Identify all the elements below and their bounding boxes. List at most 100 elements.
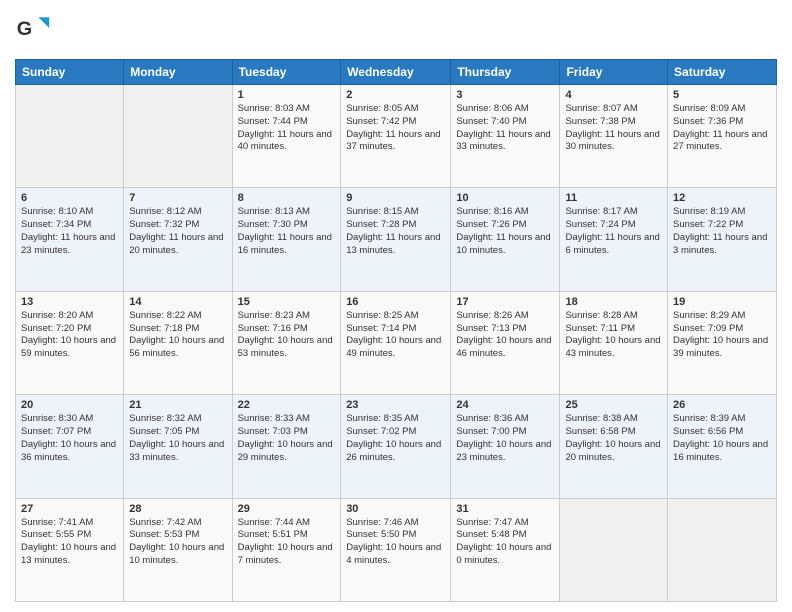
- calendar-cell: 23 Sunrise: 8:35 AM Sunset: 7:02 PM Dayli…: [341, 395, 451, 498]
- day-number: 1: [238, 89, 336, 101]
- day-info: Sunrise: 8:35 AM Sunset: 7:02 PM Dayligh…: [346, 413, 445, 464]
- day-number: 9: [346, 192, 445, 204]
- day-number: 19: [673, 296, 771, 308]
- day-number: 31: [456, 503, 554, 515]
- day-info: Sunrise: 8:03 AM Sunset: 7:44 PM Dayligh…: [238, 103, 336, 154]
- day-info: Sunrise: 8:09 AM Sunset: 7:36 PM Dayligh…: [673, 103, 771, 154]
- day-number: 4: [565, 89, 662, 101]
- day-info: Sunrise: 8:05 AM Sunset: 7:42 PM Dayligh…: [346, 103, 445, 154]
- calendar-cell: [16, 85, 124, 188]
- calendar-week-row: 20 Sunrise: 8:30 AM Sunset: 7:07 PM Dayli…: [16, 395, 777, 498]
- day-info: Sunrise: 7:42 AM Sunset: 5:53 PM Dayligh…: [129, 517, 226, 568]
- day-info: Sunrise: 8:23 AM Sunset: 7:16 PM Dayligh…: [238, 310, 336, 361]
- calendar-week-row: 13Sunrise: 8:20 AM Sunset: 7:20 PM Dayli…: [16, 291, 777, 394]
- day-info: Sunrise: 8:22 AM Sunset: 7:18 PM Dayligh…: [129, 310, 226, 361]
- day-info: Sunrise: 8:25 AM Sunset: 7:14 PM Dayligh…: [346, 310, 445, 361]
- day-info: Sunrise: 8:15 AM Sunset: 7:28 PM Dayligh…: [346, 206, 445, 257]
- calendar-cell: 17Sunrise: 8:26 AM Sunset: 7:13 PM Dayli…: [451, 291, 560, 394]
- calendar-cell: 7Sunrise: 8:12 AM Sunset: 7:32 PM Daylig…: [124, 188, 232, 291]
- calendar-cell: 2Sunrise: 8:05 AM Sunset: 7:42 PM Daylig…: [341, 85, 451, 188]
- svg-text:G: G: [17, 18, 32, 40]
- day-number: 25: [565, 399, 662, 411]
- calendar-cell: [124, 85, 232, 188]
- day-number: 23: [346, 399, 445, 411]
- calendar-cell: 29Sunrise: 7:44 AM Sunset: 5:51 PM Dayli…: [232, 498, 341, 601]
- calendar-cell: 19 Sunrise: 8:29 AM Sunset: 7:09 PM Dayli…: [668, 291, 777, 394]
- weekday-header-cell: Monday: [124, 60, 232, 85]
- calendar-cell: 18 Sunrise: 8:28 AM Sunset: 7:11 PM Dayli…: [560, 291, 668, 394]
- weekday-header-cell: Thursday: [451, 60, 560, 85]
- calendar-cell: 16 Sunrise: 8:25 AM Sunset: 7:14 PM Dayli…: [341, 291, 451, 394]
- day-number: 26: [673, 399, 771, 411]
- day-info: Sunrise: 8:19 AM Sunset: 7:22 PM Dayligh…: [673, 206, 771, 257]
- day-number: 5: [673, 89, 771, 101]
- calendar-cell: 13Sunrise: 8:20 AM Sunset: 7:20 PM Dayli…: [16, 291, 124, 394]
- header: G: [15, 10, 777, 51]
- day-info: Sunrise: 7:44 AM Sunset: 5:51 PM Dayligh…: [238, 517, 336, 568]
- day-info: Sunrise: 8:16 AM Sunset: 7:26 PM Dayligh…: [456, 206, 554, 257]
- calendar-week-row: 1 Sunrise: 8:03 AM Sunset: 7:44 PM Daylig…: [16, 85, 777, 188]
- day-info: Sunrise: 7:46 AM Sunset: 5:50 PM Dayligh…: [346, 517, 445, 568]
- calendar-cell: [560, 498, 668, 601]
- calendar-cell: 4 Sunrise: 8:07 AM Sunset: 7:38 PM Daylig…: [560, 85, 668, 188]
- day-info: Sunrise: 8:38 AM Sunset: 6:58 PM Dayligh…: [565, 413, 662, 464]
- weekday-header-cell: Wednesday: [341, 60, 451, 85]
- day-info: Sunrise: 8:29 AM Sunset: 7:09 PM Dayligh…: [673, 310, 771, 361]
- day-number: 12: [673, 192, 771, 204]
- calendar-table: SundayMondayTuesdayWednesdayThursdayFrid…: [15, 59, 777, 602]
- day-info: Sunrise: 8:07 AM Sunset: 7:38 PM Dayligh…: [565, 103, 662, 154]
- calendar-cell: 31 Sunrise: 7:47 AM Sunset: 5:48 PM Dayli…: [451, 498, 560, 601]
- page: G SundayMondayTuesdayWednesdayThursdayFr…: [0, 0, 792, 612]
- day-info: Sunrise: 8:32 AM Sunset: 7:05 PM Dayligh…: [129, 413, 226, 464]
- weekday-header-cell: Tuesday: [232, 60, 341, 85]
- day-info: Sunrise: 8:17 AM Sunset: 7:24 PM Dayligh…: [565, 206, 662, 257]
- day-info: Sunrise: 8:39 AM Sunset: 6:56 PM Dayligh…: [673, 413, 771, 464]
- calendar-cell: [668, 498, 777, 601]
- day-info: Sunrise: 8:20 AM Sunset: 7:20 PM Dayligh…: [21, 310, 118, 361]
- day-number: 30: [346, 503, 445, 515]
- logo-icon: G: [15, 10, 51, 51]
- calendar-cell: 22 Sunrise: 8:33 AM Sunset: 7:03 PM Dayli…: [232, 395, 341, 498]
- day-number: 11: [565, 192, 662, 204]
- calendar-body: 1 Sunrise: 8:03 AM Sunset: 7:44 PM Daylig…: [16, 85, 777, 602]
- weekday-header-row: SundayMondayTuesdayWednesdayThursdayFrid…: [16, 60, 777, 85]
- weekday-header-cell: Saturday: [668, 60, 777, 85]
- day-info: Sunrise: 8:13 AM Sunset: 7:30 PM Dayligh…: [238, 206, 336, 257]
- calendar-week-row: 6Sunrise: 8:10 AM Sunset: 7:34 PM Daylig…: [16, 188, 777, 291]
- day-number: 20: [21, 399, 118, 411]
- calendar-cell: 6Sunrise: 8:10 AM Sunset: 7:34 PM Daylig…: [16, 188, 124, 291]
- day-info: Sunrise: 8:26 AM Sunset: 7:13 PM Dayligh…: [456, 310, 554, 361]
- day-number: 10: [456, 192, 554, 204]
- calendar-cell: 11 Sunrise: 8:17 AM Sunset: 7:24 PM Dayli…: [560, 188, 668, 291]
- calendar-week-row: 27 Sunrise: 7:41 AM Sunset: 5:55 PM Dayli…: [16, 498, 777, 601]
- day-number: 18: [565, 296, 662, 308]
- calendar-cell: 12 Sunrise: 8:19 AM Sunset: 7:22 PM Dayli…: [668, 188, 777, 291]
- calendar-cell: 3Sunrise: 8:06 AM Sunset: 7:40 PM Daylig…: [451, 85, 560, 188]
- day-number: 21: [129, 399, 226, 411]
- day-number: 14: [129, 296, 226, 308]
- day-number: 27: [21, 503, 118, 515]
- weekday-header-cell: Friday: [560, 60, 668, 85]
- day-info: Sunrise: 8:28 AM Sunset: 7:11 PM Dayligh…: [565, 310, 662, 361]
- day-info: Sunrise: 8:06 AM Sunset: 7:40 PM Dayligh…: [456, 103, 554, 154]
- calendar-cell: 21 Sunrise: 8:32 AM Sunset: 7:05 PM Dayli…: [124, 395, 232, 498]
- calendar-cell: 20 Sunrise: 8:30 AM Sunset: 7:07 PM Dayli…: [16, 395, 124, 498]
- calendar-cell: 5 Sunrise: 8:09 AM Sunset: 7:36 PM Daylig…: [668, 85, 777, 188]
- calendar-cell: 9 Sunrise: 8:15 AM Sunset: 7:28 PM Daylig…: [341, 188, 451, 291]
- calendar-cell: 25 Sunrise: 8:38 AM Sunset: 6:58 PM Dayli…: [560, 395, 668, 498]
- day-info: Sunrise: 8:36 AM Sunset: 7:00 PM Dayligh…: [456, 413, 554, 464]
- day-number: 24: [456, 399, 554, 411]
- day-info: Sunrise: 8:12 AM Sunset: 7:32 PM Dayligh…: [129, 206, 226, 257]
- calendar-cell: 14 Sunrise: 8:22 AM Sunset: 7:18 PM Dayli…: [124, 291, 232, 394]
- day-info: Sunrise: 7:41 AM Sunset: 5:55 PM Dayligh…: [21, 517, 118, 568]
- calendar-cell: 28Sunrise: 7:42 AM Sunset: 5:53 PM Dayli…: [124, 498, 232, 601]
- day-info: Sunrise: 8:10 AM Sunset: 7:34 PM Dayligh…: [21, 206, 118, 257]
- day-info: Sunrise: 8:30 AM Sunset: 7:07 PM Dayligh…: [21, 413, 118, 464]
- calendar-cell: 10 Sunrise: 8:16 AM Sunset: 7:26 PM Dayli…: [451, 188, 560, 291]
- calendar-cell: 15Sunrise: 8:23 AM Sunset: 7:16 PM Dayli…: [232, 291, 341, 394]
- day-info: Sunrise: 8:33 AM Sunset: 7:03 PM Dayligh…: [238, 413, 336, 464]
- day-number: 8: [238, 192, 336, 204]
- day-number: 22: [238, 399, 336, 411]
- day-info: Sunrise: 7:47 AM Sunset: 5:48 PM Dayligh…: [456, 517, 554, 568]
- day-number: 16: [346, 296, 445, 308]
